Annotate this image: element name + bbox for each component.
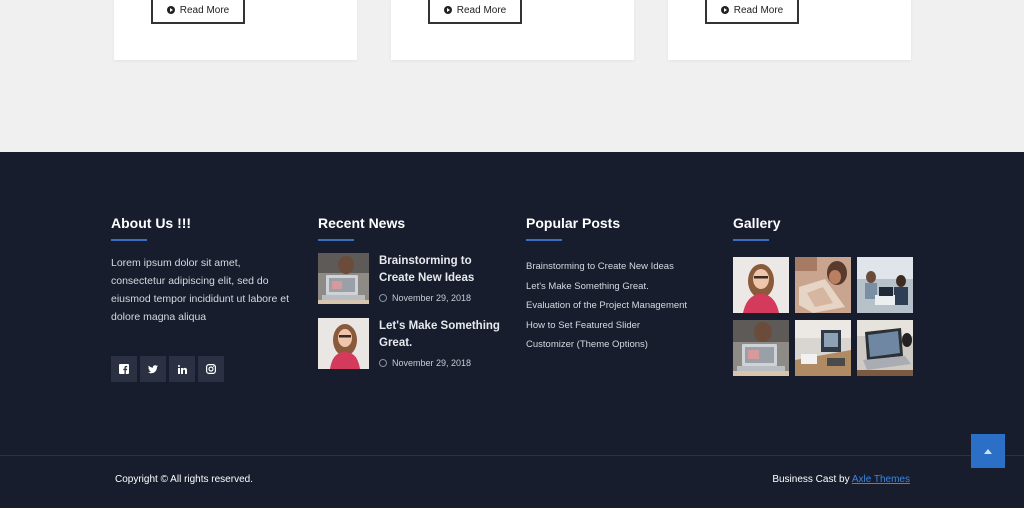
news-thumbnail[interactable] bbox=[318, 253, 369, 304]
office-team-photo bbox=[857, 257, 913, 313]
popular-posts-title: Popular Posts bbox=[526, 215, 621, 231]
facebook-button[interactable] bbox=[111, 356, 137, 382]
title-underline bbox=[733, 239, 769, 241]
twitter-icon bbox=[148, 364, 158, 373]
gallery-image[interactable] bbox=[795, 257, 851, 313]
read-more-button[interactable]: Read More bbox=[151, 0, 245, 24]
read-more-label: Read More bbox=[179, 4, 230, 16]
popular-post-link[interactable]: Evaluation of the Project Management bbox=[526, 296, 687, 316]
about-column: About Us !!! bbox=[111, 213, 191, 241]
news-date-text: November 29, 2018 bbox=[392, 358, 472, 368]
gallery-image[interactable] bbox=[857, 257, 913, 313]
popular-post-link[interactable]: How to Set Featured Slider bbox=[526, 316, 687, 336]
facebook-icon bbox=[119, 364, 129, 374]
twitter-button[interactable] bbox=[140, 356, 166, 382]
instagram-button[interactable] bbox=[198, 356, 224, 382]
title-underline bbox=[526, 239, 562, 241]
read-more-label: Read More bbox=[733, 4, 784, 16]
clock-icon bbox=[379, 359, 387, 367]
clock-icon bbox=[379, 294, 387, 302]
linkedin-icon bbox=[177, 364, 187, 374]
about-title: About Us !!! bbox=[111, 215, 192, 231]
news-title[interactable]: Let's Make Something Great. bbox=[379, 318, 509, 352]
news-date: November 29, 2018 bbox=[379, 293, 471, 303]
title-underline bbox=[318, 239, 354, 241]
post-card: Read More bbox=[114, 0, 357, 60]
news-item[interactable]: Brainstorming to Create New Ideas Novemb… bbox=[318, 253, 508, 308]
arrow-circle-icon bbox=[720, 6, 729, 14]
gallery-title: Gallery bbox=[733, 215, 781, 231]
drawing-photo bbox=[795, 257, 851, 313]
linkedin-button[interactable] bbox=[169, 356, 195, 382]
woman-photo bbox=[733, 257, 789, 313]
read-more-button[interactable]: Read More bbox=[705, 0, 799, 24]
popular-post-link[interactable]: Let's Make Something Great. bbox=[526, 277, 687, 297]
news-date: November 29, 2018 bbox=[379, 358, 471, 368]
read-more-button[interactable]: Read More bbox=[428, 0, 522, 24]
gallery-image[interactable] bbox=[795, 320, 851, 376]
laptop-photo bbox=[733, 320, 789, 376]
recent-news-column: Recent News bbox=[318, 213, 405, 241]
about-text: Lorem ipsum dolor sit amet, consectetur … bbox=[111, 257, 290, 323]
read-more-label: Read More bbox=[456, 4, 507, 16]
laptop-desk-photo bbox=[857, 320, 913, 376]
posts-cards-section: Read More Read More Read More bbox=[0, 0, 1024, 152]
popular-posts-list: Brainstorming to Create New Ideas Let's … bbox=[526, 257, 687, 355]
gallery-image[interactable] bbox=[733, 320, 789, 376]
woman-photo bbox=[318, 318, 369, 369]
title-underline bbox=[111, 239, 147, 241]
gallery-column: Gallery bbox=[733, 213, 780, 241]
copyright-text: Copyright © All rights reserved. bbox=[115, 474, 253, 485]
credit-prefix: Business Cast by bbox=[772, 474, 852, 485]
credit-text: Business Cast by Axle Themes bbox=[772, 474, 910, 485]
popular-post-link[interactable]: Brainstorming to Create New Ideas bbox=[526, 257, 687, 277]
gallery-image[interactable] bbox=[733, 257, 789, 313]
popular-posts-column: Popular Posts bbox=[526, 213, 620, 241]
chevron-up-icon bbox=[984, 448, 992, 454]
popular-post-link[interactable]: Customizer (Theme Options) bbox=[526, 335, 687, 355]
post-card: Read More bbox=[391, 0, 634, 60]
desk-photo bbox=[795, 320, 851, 376]
news-item[interactable]: Let's Make Something Great. November 29,… bbox=[318, 318, 508, 373]
news-title[interactable]: Brainstorming to Create New Ideas bbox=[379, 253, 509, 287]
laptop-photo bbox=[318, 253, 369, 304]
axle-themes-link[interactable]: Axle Themes bbox=[852, 474, 910, 485]
post-card: Read More bbox=[668, 0, 911, 60]
instagram-icon bbox=[206, 364, 216, 374]
recent-news-title: Recent News bbox=[318, 215, 406, 231]
news-date-text: November 29, 2018 bbox=[392, 293, 472, 303]
gallery-image[interactable] bbox=[857, 320, 913, 376]
arrow-circle-icon bbox=[443, 6, 452, 14]
arrow-circle-icon bbox=[166, 6, 175, 14]
scroll-to-top-button[interactable] bbox=[971, 434, 1005, 468]
news-thumbnail[interactable] bbox=[318, 318, 369, 369]
